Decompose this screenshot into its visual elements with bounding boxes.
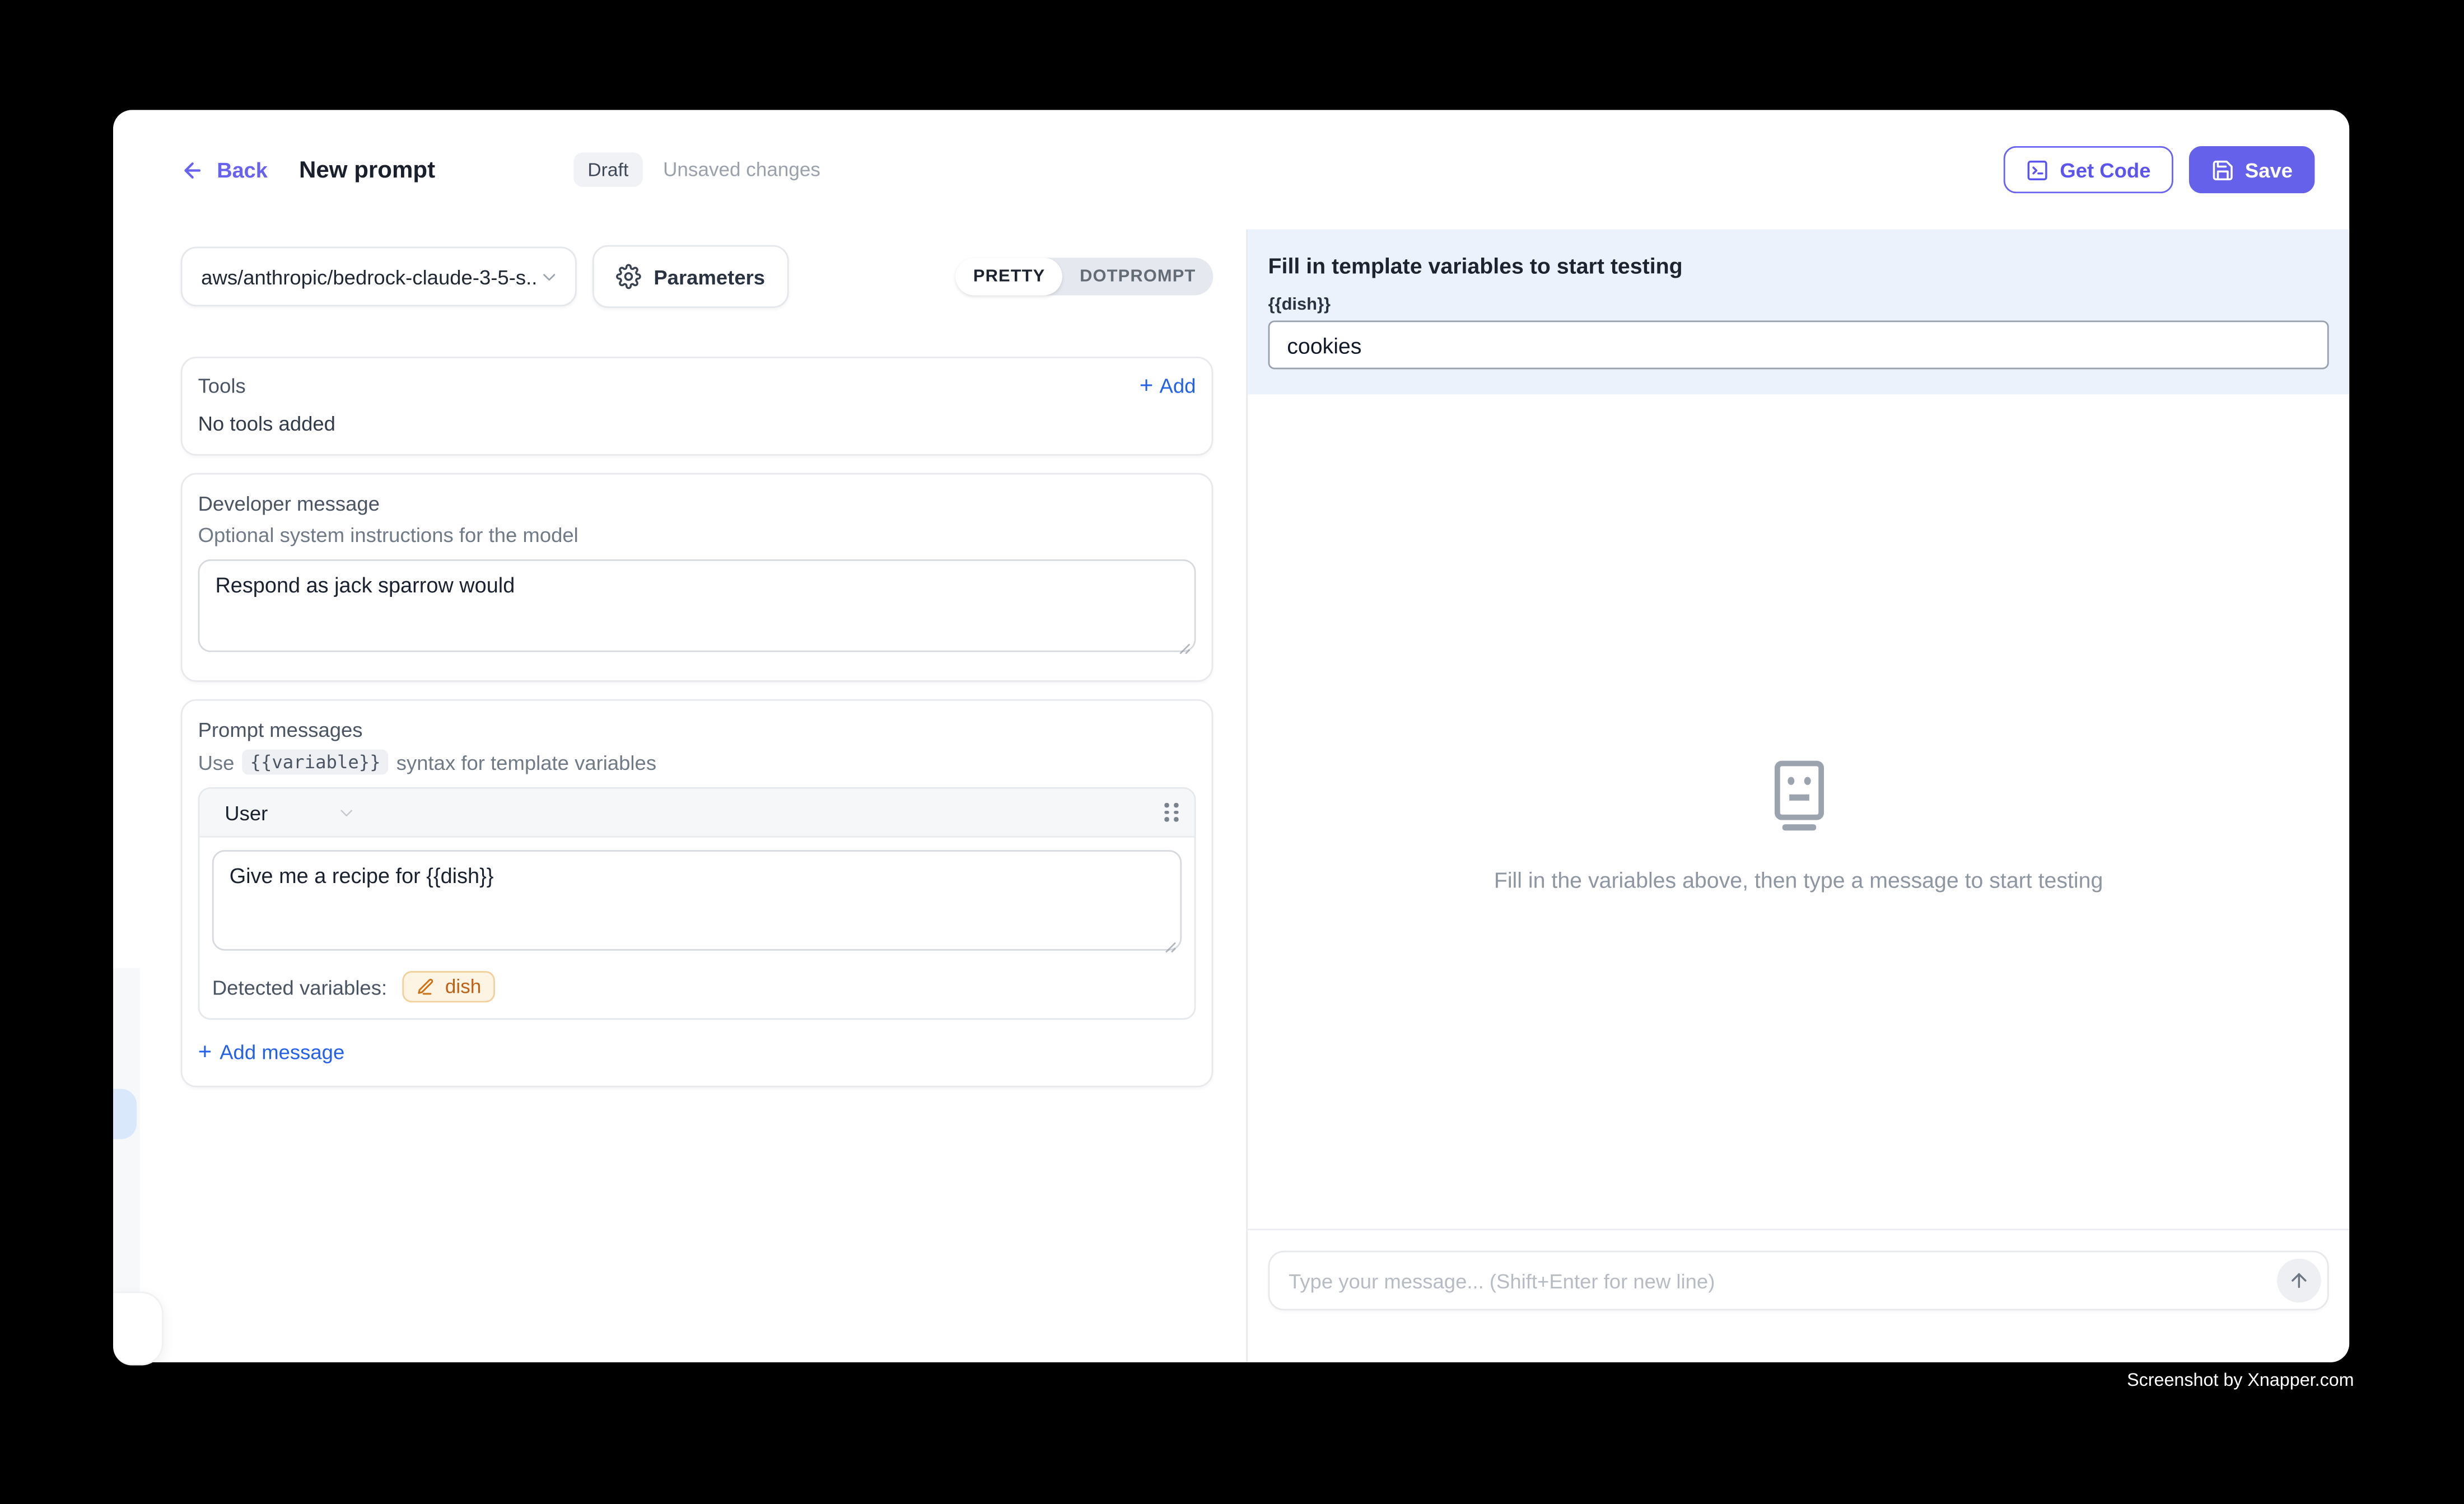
message-block: User Give me a recipe for {{dish}}	[198, 787, 1196, 1020]
back-arrow-icon	[181, 158, 204, 181]
terminal-square-icon	[2026, 158, 2049, 181]
watermark-text: Screenshot by Xnapper.com	[2127, 1372, 2354, 1391]
prompt-editor-panel: aws/anthropic/bedrock-claude-3-5-s... Pa…	[113, 230, 1246, 1362]
clipped-sidebar-highlight	[113, 1089, 137, 1139]
model-select[interactable]: aws/anthropic/bedrock-claude-3-5-s...	[181, 247, 577, 307]
developer-message-textarea[interactable]: Respond as jack sparrow would	[198, 559, 1196, 652]
chat-empty-state: Fill in the variables above, then type a…	[1248, 394, 2349, 1229]
pencil-line-icon	[417, 977, 436, 996]
role-select[interactable]: User	[225, 801, 357, 824]
tools-empty-text: No tools added	[198, 412, 1196, 435]
dish-variable-label: {{dish}}	[1268, 296, 2329, 315]
developer-message-card: Developer message Optional system instru…	[181, 473, 1214, 682]
variable-chip-label: dish	[445, 976, 481, 998]
send-button[interactable]	[2277, 1259, 2321, 1303]
chat-empty-text: Fill in the variables above, then type a…	[1494, 867, 2103, 892]
tester-panel: Fill in template variables to start test…	[1246, 230, 2349, 1362]
back-button[interactable]: Back	[181, 158, 268, 181]
header-actions: Get Code Save	[2003, 146, 2314, 193]
detected-variables-row: Detected variables: dish	[212, 971, 1182, 1002]
clipped-floating-panel	[113, 1292, 164, 1366]
unsaved-changes-label: Unsaved changes	[663, 158, 820, 180]
dish-variable-input[interactable]	[1268, 320, 2329, 369]
toggle-dotprompt[interactable]: DOTPROMPT	[1062, 258, 1213, 295]
fill-variables-title: Fill in template variables to start test…	[1268, 253, 2329, 278]
add-message-button[interactable]: + Add message	[198, 1039, 1196, 1066]
resize-handle-icon[interactable]	[1179, 643, 1191, 655]
chat-input-placeholder: Type your message... (Shift+Enter for ne…	[1289, 1269, 1715, 1292]
save-button[interactable]: Save	[2188, 146, 2315, 193]
chevron-down-icon	[337, 802, 357, 823]
chevron-down-icon	[539, 267, 559, 287]
message-body: Give me a recipe for {{dish}} Detected v…	[199, 838, 1194, 1019]
robot-face-icon	[1767, 760, 1830, 832]
floppy-disk-icon	[2210, 158, 2234, 181]
syntax-hint: Use {{variable}} syntax for template var…	[198, 750, 1196, 775]
developer-message-title: Developer message	[198, 492, 1196, 515]
up-arrow-icon	[2288, 1269, 2310, 1291]
drag-handle-icon[interactable]	[1164, 803, 1178, 821]
tools-title: Tools	[198, 374, 246, 398]
add-message-label: Add message	[220, 1040, 344, 1064]
parameters-button[interactable]: Parameters	[592, 245, 788, 308]
syntax-code: {{variable}}	[242, 750, 388, 775]
parameters-label: Parameters	[654, 265, 765, 288]
get-code-label: Get Code	[2060, 158, 2150, 181]
message-header: User	[199, 789, 1194, 838]
model-select-value: aws/anthropic/bedrock-claude-3-5-s...	[201, 265, 539, 288]
role-select-value: User	[225, 801, 268, 824]
detected-variables-label: Detected variables:	[212, 975, 387, 998]
chat-message-input[interactable]: Type your message... (Shift+Enter for ne…	[1268, 1251, 2329, 1311]
developer-message-subtitle: Optional system instructions for the mod…	[198, 523, 1196, 547]
chat-input-bar: Type your message... (Shift+Enter for ne…	[1248, 1229, 2349, 1362]
add-tool-button[interactable]: + Add	[1140, 374, 1196, 398]
model-toolbar: aws/anthropic/bedrock-claude-3-5-s... Pa…	[181, 245, 1214, 308]
gear-icon	[616, 264, 641, 289]
toggle-pretty[interactable]: PRETTY	[956, 258, 1062, 295]
resize-handle-icon[interactable]	[1164, 941, 1177, 954]
template-variables-section: Fill in template variables to start test…	[1248, 230, 2349, 395]
syntax-suffix: syntax for template variables	[396, 750, 656, 774]
page-title: New prompt	[299, 156, 435, 183]
app-header: Back New prompt Draft Unsaved changes Ge…	[113, 110, 2349, 231]
status-badge: Draft	[573, 152, 643, 187]
plus-icon: +	[1140, 376, 1154, 396]
add-tool-label: Add	[1160, 374, 1196, 398]
save-label: Save	[2245, 158, 2293, 181]
variable-chip-dish[interactable]: dish	[403, 971, 495, 1002]
plus-icon: +	[198, 1039, 212, 1066]
back-label: Back	[217, 158, 268, 181]
get-code-button[interactable]: Get Code	[2003, 146, 2172, 193]
prompt-messages-card: Prompt messages Use {{variable}} syntax …	[181, 699, 1214, 1087]
screenshot-canvas: Back New prompt Draft Unsaved changes Ge…	[0, 0, 2464, 1503]
view-mode-toggle: PRETTY DOTPROMPT	[956, 258, 1213, 295]
app-window: Back New prompt Draft Unsaved changes Ge…	[113, 110, 2349, 1362]
message-textarea[interactable]: Give me a recipe for {{dish}}	[212, 850, 1182, 951]
syntax-prefix: Use	[198, 750, 235, 774]
tools-card: Tools + Add No tools added	[181, 357, 1214, 456]
prompt-messages-title: Prompt messages	[198, 718, 1196, 741]
